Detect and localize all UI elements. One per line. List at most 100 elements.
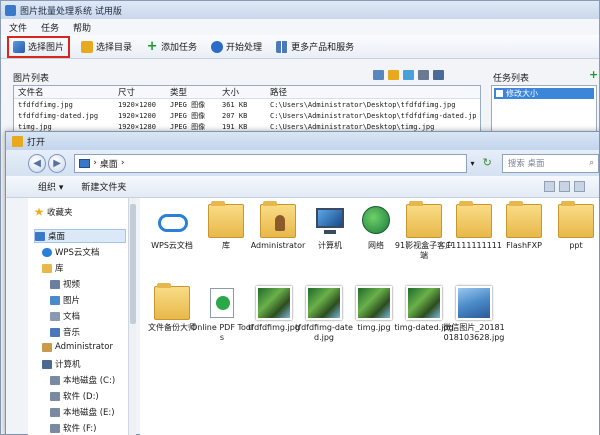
forward-button[interactable]: ▶ [48,153,67,173]
more-products-label: 更多产品和服务 [291,43,355,53]
computer-icon [42,359,52,369]
dialog-command-bar: 组织 ▾ 新建文件夹 [6,176,599,198]
new-folder-button[interactable]: 新建文件夹 [81,180,126,193]
user-icon [42,342,52,352]
sidebar-item-music[interactable]: 音乐 [50,326,80,338]
sidebar-item-video[interactable]: 视频 [50,278,80,290]
sidebar-item-computer[interactable]: 计算机 [42,358,81,370]
chevron-right-icon: › [93,158,97,168]
col-filesize[interactable]: 大小 [218,86,266,98]
cell-filesize: 207 KB [222,111,248,120]
help-icon[interactable] [574,181,585,192]
dialog-title: 打开 [27,137,46,148]
task-checkbox[interactable] [496,90,503,97]
select-images-button[interactable]: 选择图片 [7,35,71,58]
col-type[interactable]: 类型 [166,86,218,98]
grid-icon [276,40,289,53]
menu-file[interactable]: 文件 [9,21,27,34]
sidebar-item-administrator[interactable]: Administrator [42,342,113,352]
start-processing-label: 开始处理 [226,43,263,53]
refresh-icon[interactable]: ↻ [483,156,496,170]
image-select-icon [13,40,25,53]
sidebar-item-favorites[interactable]: 收藏夹 [34,206,73,218]
sidebar-item-pictures[interactable]: 图片 [50,294,80,306]
sidebar-item-label: Administrator [55,342,113,352]
folder-icon [208,201,244,238]
user-folder-icon [260,201,296,238]
col-filename[interactable]: 文件名 [14,86,114,98]
task-item-label: 修改大小 [506,89,538,98]
play-icon [211,40,224,53]
cloud-icon [42,247,52,257]
cell-type: JPEG 图像 [170,111,206,120]
sidebar-item-desktop[interactable]: 桌面 [34,229,126,243]
star-icon [34,207,44,216]
app-title: 图片批量处理系统 试用版 [20,6,122,17]
dialog-nav-bar: ◀ ▶ › 桌面 › ▾ ↻ 搜索 桌面 ⌕ [6,150,599,176]
cell-filename: tfdfdfimg-dated.jpg [18,111,99,120]
more-products-button[interactable]: 更多产品和服务 [273,38,357,56]
image-thumbnail-icon [456,286,492,320]
title-bar: 图片批量处理系统 试用版 [1,1,599,19]
plus-icon: + [146,38,158,54]
sidebar-item-drive-c[interactable]: 本地磁盘 (C:) [50,374,115,386]
image-thumbnail-icon [406,286,442,320]
menu-task[interactable]: 任务 [41,21,59,34]
video-icon [50,279,60,289]
sidebar-item-label: 音乐 [63,328,81,338]
add-task-icon[interactable]: + [589,69,598,80]
folder-icon [506,201,542,238]
folder-icon[interactable] [388,70,399,80]
desktop-icon [79,158,91,168]
start-processing-button[interactable]: 开始处理 [208,38,265,56]
sidebar-item-library[interactable]: 库 [42,262,64,274]
sidebar-item-label: 桌面 [48,232,66,242]
thumbnail-view-icon[interactable] [373,70,384,80]
cell-path: C:\Users\Administrator\Desktop\tfdfdfimg… [270,100,456,109]
delete-icon[interactable] [418,70,429,80]
col-size[interactable]: 尺寸 [114,86,166,98]
music-icon [50,327,60,337]
file-item-ppt[interactable]: ppt [544,201,600,251]
col-path[interactable]: 路径 [266,86,476,98]
task-item[interactable]: 修改大小 [494,88,594,99]
select-folder-button[interactable]: 选择目录 [78,38,135,56]
search-input[interactable]: 搜索 桌面 ⌕ [501,153,599,173]
select-folder-label: 选择目录 [96,43,133,53]
sidebar-item-drive-f[interactable]: 软件 (F:) [50,422,96,434]
add-task-button[interactable]: + 添加任务 [143,38,200,56]
list-view-icon[interactable] [433,70,444,80]
app-icon [5,4,16,16]
list-tools [373,70,444,80]
organize-button[interactable]: 组织 ▾ [38,180,63,193]
search-placeholder: 搜索 桌面 [507,159,545,169]
folder-open-icon [12,135,23,147]
task-list-label: 任务列表 [493,74,530,84]
sidebar-item-label: 软件 (F:) [63,424,97,434]
folder-icon [456,201,492,238]
table-row[interactable]: tfdfdfimg.jpg 1920×1200 JPEG 图像 361 KB C… [14,99,480,110]
image-icon[interactable] [403,70,414,80]
sidebar-item-drive-d[interactable]: 软件 (D:) [50,390,99,402]
menu-help[interactable]: 帮助 [73,21,91,34]
sidebar-item-documents[interactable]: 文档 [50,310,80,322]
view-options-icon[interactable] [544,181,555,192]
sidebar-item-wps[interactable]: WPS云文档 [42,246,99,258]
sidebar-item-drive-e[interactable]: 本地磁盘 (E:) [50,406,115,418]
picture-icon [50,295,60,305]
arrow-left-icon: ◀ [33,157,41,169]
sidebar-item-label: 本地磁盘 (C:) [63,376,116,386]
sidebar-item-label: 计算机 [55,360,81,370]
sidebar-scrollbar[interactable] [128,198,136,435]
library-icon [42,263,52,273]
cell-filename: tfdfdfimg.jpg [18,100,73,109]
back-button[interactable]: ◀ [28,153,47,173]
file-item-wechat-image[interactable]: 微信图片_20181018103628.jpg [442,286,506,343]
disk-icon [50,375,60,385]
address-bar[interactable]: › 桌面 › [74,153,467,173]
table-row[interactable]: tfdfdfimg-dated.jpg 1920×1200 JPEG 图像 20… [14,110,480,121]
scrollbar-thumb[interactable] [130,204,136,324]
preview-pane-icon[interactable] [559,181,570,192]
dropdown-icon[interactable]: ▾ [471,159,475,168]
chevron-right-icon: › [120,158,125,168]
